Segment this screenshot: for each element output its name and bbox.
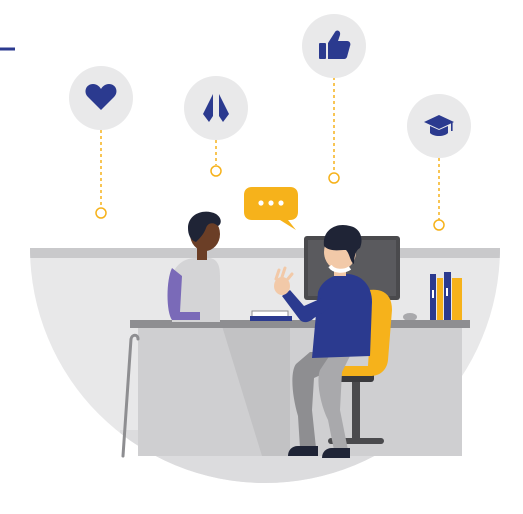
books [430,272,462,322]
computer-mouse [403,313,417,321]
icon-praying-hands [184,76,248,177]
ellipsis-icon [258,200,284,206]
papers [250,310,292,321]
icon-heart [69,66,133,219]
icon-graduation-cap [407,94,471,231]
illustration-scene [0,14,500,483]
icon-thumbs-up [302,14,366,184]
speech-bubble [244,187,298,230]
